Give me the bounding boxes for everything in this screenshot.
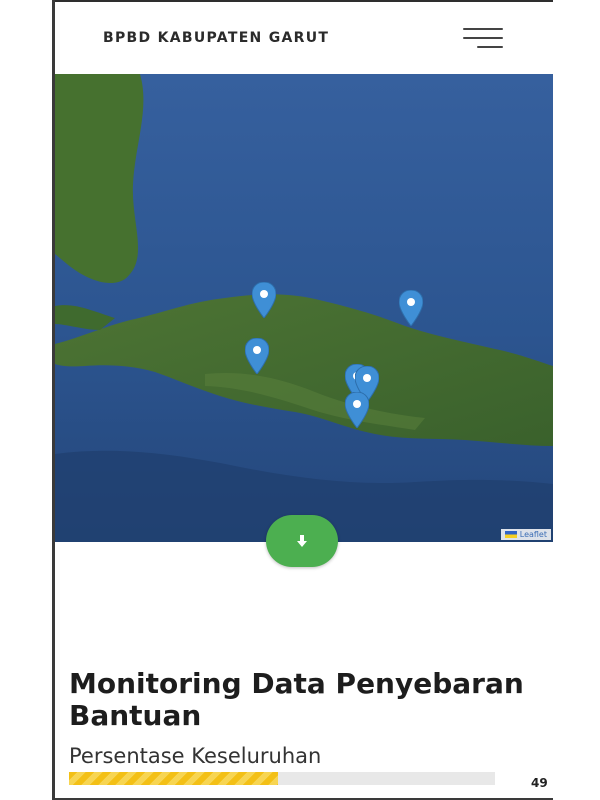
hamburger-icon[interactable] xyxy=(461,26,503,54)
map-marker[interactable] xyxy=(345,392,369,428)
page-title: Monitoring Data Penyebaran Bantuan xyxy=(69,667,524,732)
map-marker[interactable] xyxy=(245,338,269,374)
map-tiles xyxy=(55,74,553,542)
overall-progress-bar xyxy=(69,772,495,785)
progress-value: 49 xyxy=(531,776,548,790)
ukraine-flag-icon xyxy=(504,531,517,538)
attribution-label[interactable]: Leaflet xyxy=(520,530,547,539)
map-view[interactable]: Leaflet xyxy=(55,74,553,542)
scroll-down-button[interactable] xyxy=(266,515,338,567)
brand-title[interactable]: BPBD KABUPATEN GARUT xyxy=(103,30,329,46)
map-marker[interactable] xyxy=(252,282,276,318)
progress-fill xyxy=(69,772,278,785)
map-attribution[interactable]: Leaflet xyxy=(500,529,551,540)
arrow-down-icon xyxy=(297,535,307,547)
section-subtitle: Persentase Keseluruhan xyxy=(69,744,322,768)
app-frame: BPBD KABUPATEN GARUT Leaflet Monitoring … xyxy=(52,0,553,800)
map-marker[interactable] xyxy=(399,290,423,326)
top-navbar: BPBD KABUPATEN GARUT xyxy=(55,0,553,74)
